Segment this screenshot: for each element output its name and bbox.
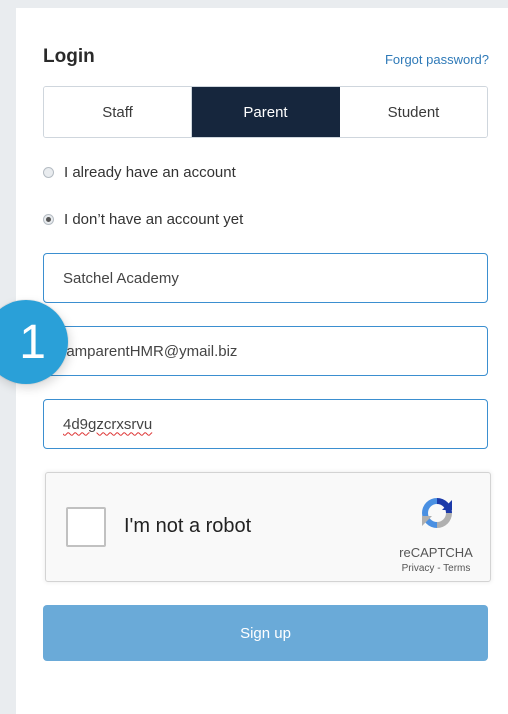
tab-staff[interactable]: Staff xyxy=(44,87,192,137)
recaptcha-brand: reCAPTCHA xyxy=(399,545,473,560)
tab-parent[interactable]: Parent xyxy=(192,87,340,137)
forgot-password-link[interactable]: Forgot password? xyxy=(385,52,489,67)
login-header: Login Forgot password? xyxy=(43,44,489,74)
email-field[interactable]: iamparentHMR@ymail.biz xyxy=(43,326,488,376)
tab-student[interactable]: Student xyxy=(340,87,487,137)
school-field-value: Satchel Academy xyxy=(63,269,179,287)
recaptcha-checkbox[interactable] xyxy=(66,507,106,547)
role-tabs: Staff Parent Student xyxy=(43,86,488,138)
radio-label: I already have an account xyxy=(64,164,236,181)
sign-up-button[interactable]: Sign up xyxy=(43,605,488,661)
school-field[interactable]: Satchel Academy xyxy=(43,253,488,303)
recaptcha-label: I'm not a robot xyxy=(124,515,252,537)
login-card: Login Forgot password? Staff Parent Stud… xyxy=(16,8,508,714)
recaptcha-logo-icon xyxy=(422,498,452,528)
email-field-value: iamparentHMR@ymail.biz xyxy=(63,342,238,360)
page-title: Login xyxy=(43,46,95,67)
radio-have-account[interactable]: I already have an account xyxy=(43,164,236,181)
radio-button[interactable] xyxy=(43,167,54,178)
recaptcha-widget: I'm not a robot reCAPTCHA Privacy - Term… xyxy=(45,472,491,582)
radio-no-account[interactable]: I don’t have an account yet xyxy=(43,211,243,228)
radio-label: I don’t have an account yet xyxy=(64,211,244,228)
radio-button-checked[interactable] xyxy=(43,214,54,225)
code-field-value: 4d9gzcrxsrvu xyxy=(63,415,153,433)
recaptcha-links[interactable]: Privacy - Terms xyxy=(391,563,481,574)
code-field[interactable]: 4d9gzcrxsrvu xyxy=(43,399,488,449)
